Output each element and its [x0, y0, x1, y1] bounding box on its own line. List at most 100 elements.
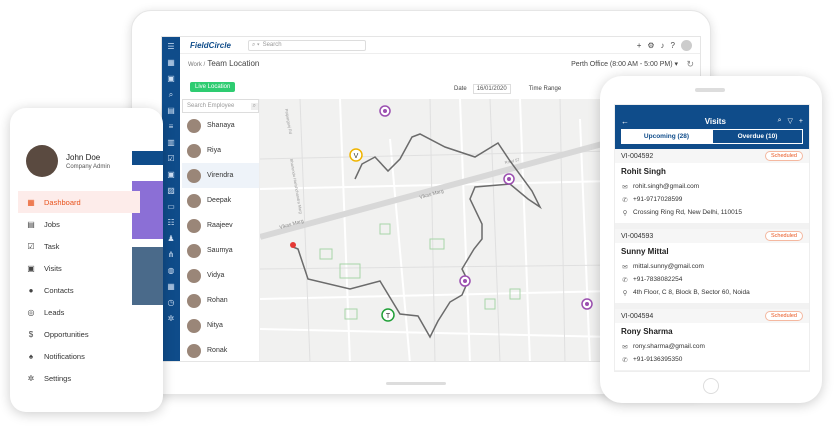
- folder-icon[interactable]: ▭: [162, 201, 180, 213]
- global-search-input[interactable]: ⌕ ▾ Search: [248, 39, 366, 51]
- plus-icon[interactable]: +: [637, 41, 642, 50]
- visit-card[interactable]: VI-004594 Scheduled Rony Sharma ✉ rony.sharm…: [615, 309, 809, 371]
- nav-item-leads[interactable]: ◎ Leads: [18, 301, 140, 323]
- tab-overdue[interactable]: Overdue (10): [712, 129, 803, 144]
- nav-item-task[interactable]: ☑ Task: [18, 235, 140, 257]
- phone-icon: ✆: [622, 276, 628, 284]
- nav-item-jobs[interactable]: ▤ Jobs: [18, 213, 140, 235]
- address-line: ⚲ 4th Floor, C 8, Block B, Sector 60, Noi…: [621, 286, 803, 299]
- contact-phone: +91-9717028599: [633, 196, 683, 203]
- users-icon[interactable]: ♟: [162, 233, 180, 245]
- location-pin-icon: ⚲: [622, 289, 628, 297]
- nav-item-label: Settings: [44, 373, 72, 383]
- employee-row[interactable]: Raajeev: [182, 213, 259, 238]
- nav-item-label: Opportunities: [44, 329, 89, 339]
- nav-item-label: Task: [44, 241, 60, 251]
- phone-line[interactable]: ✆ +91-7838082254: [621, 273, 803, 286]
- email-line[interactable]: ✉ rohit.singh@gmail.com: [621, 180, 803, 193]
- marker-v-label: V: [354, 153, 359, 160]
- employee-row[interactable]: Rohan: [182, 288, 259, 313]
- calendar-icon[interactable]: ▣: [162, 73, 180, 85]
- nav-item-label: Dashboard: [44, 197, 81, 207]
- avatar: [187, 143, 201, 158]
- phone-line[interactable]: ✆ +91-9136395350: [621, 353, 803, 366]
- visit-marker-3[interactable]: [459, 275, 471, 287]
- nav-item-notifications[interactable]: ♠ Notifications: [18, 345, 140, 367]
- user-role: Company Admin: [66, 163, 111, 170]
- back-arrow-icon[interactable]: ←: [621, 117, 629, 126]
- visit-marker-2[interactable]: [503, 173, 515, 185]
- search-icon[interactable]: ⌕: [778, 117, 782, 125]
- document-icon[interactable]: ▥: [162, 137, 180, 149]
- settings-icon[interactable]: ✲: [162, 313, 180, 325]
- employee-row[interactable]: Shanaya: [182, 113, 259, 138]
- email-line[interactable]: ✉ mittal.sunny@gmail.com: [621, 260, 803, 273]
- nav-item-opportunities[interactable]: $ Opportunities: [18, 323, 140, 345]
- employee-row[interactable]: Saumya: [182, 238, 259, 263]
- employee-row[interactable]: Ronak: [182, 338, 259, 361]
- tasks-icon[interactable]: ☷: [162, 217, 180, 229]
- mail-icon: ✉: [622, 183, 628, 191]
- breadcrumb-root[interactable]: Work /: [188, 62, 205, 68]
- table-icon[interactable]: ▦: [162, 281, 180, 293]
- nav-item-settings[interactable]: ✲ Settings: [18, 367, 140, 389]
- box-icon[interactable]: ▤: [162, 105, 180, 117]
- calendar-alt-icon[interactable]: ▣: [162, 169, 180, 181]
- grid-icon[interactable]: ▦: [162, 57, 180, 69]
- status-bar: [615, 105, 809, 113]
- employee-name: Vidya: [207, 272, 225, 279]
- employee-row[interactable]: Deepak: [182, 188, 259, 213]
- user-profile[interactable]: John Doe Company Admin: [26, 145, 110, 177]
- tablet-icon-sidebar: ☰ ▦ ▣ ⌕ ▤ ≡ ▥ ☑ ▣ ▨ ▭ ☷ ♟ ⋔ ◍ ▦ ◷ ✲: [162, 37, 180, 361]
- filter-icon[interactable]: ▽: [788, 117, 793, 125]
- nav-item-dashboard[interactable]: ▦ Dashboard: [18, 191, 140, 213]
- menu-icon[interactable]: ☰: [162, 41, 180, 53]
- search-icon[interactable]: ⌕: [162, 89, 180, 101]
- marker-t[interactable]: T: [381, 308, 395, 322]
- marker-v[interactable]: V: [349, 148, 363, 162]
- phone-line[interactable]: ✆ +91-9717028599: [621, 193, 803, 206]
- employee-search-input[interactable]: Search Employee ⌕: [182, 99, 259, 113]
- visit-marker-4[interactable]: [581, 298, 593, 310]
- nav-item-contacts[interactable]: ● Contacts: [18, 279, 140, 301]
- contact-email: rony.sharma@gmail.com: [633, 343, 705, 350]
- list-icon[interactable]: ≡: [162, 121, 180, 133]
- globe-icon[interactable]: ◍: [162, 265, 180, 277]
- nav-item-visits[interactable]: ▣ Visits: [18, 257, 140, 279]
- employee-row[interactable]: Nitya: [182, 313, 259, 338]
- avatar: [187, 293, 201, 308]
- employee-row[interactable]: Virendra: [182, 163, 259, 188]
- contact-address: Crossing Ring Rd, New Delhi, 110015: [633, 209, 742, 216]
- mobile-sidebar-phone: John Doe Company Admin ▦ Dashboard ▤ Jobs ☑ T…: [10, 108, 163, 412]
- user-avatar[interactable]: [681, 39, 692, 51]
- route-start-marker[interactable]: [290, 242, 296, 248]
- clock-icon[interactable]: ◷: [162, 297, 180, 309]
- date-input[interactable]: 16/01/2020: [472, 84, 511, 94]
- visit-card[interactable]: VI-004592 Scheduled Rohit Singh ✉ rohit.sing…: [615, 149, 809, 229]
- gear-icon[interactable]: ⚙: [647, 41, 654, 50]
- refresh-icon[interactable]: ↻: [686, 59, 694, 70]
- tab-upcoming[interactable]: Upcoming (28): [621, 129, 712, 144]
- visit-card[interactable]: VI-004593 Scheduled Sunny Mittal ✉ mittal.su…: [615, 229, 809, 309]
- check-icon[interactable]: ☑: [162, 153, 180, 165]
- email-line[interactable]: ✉ rony.sharma@gmail.com: [621, 340, 803, 353]
- employee-row[interactable]: Vidya: [182, 263, 259, 288]
- topbar-actions: + ⚙ ♪ ?: [637, 39, 692, 51]
- add-icon[interactable]: +: [799, 118, 803, 125]
- live-location-button[interactable]: Live Location: [190, 82, 236, 92]
- page-title: Visits: [704, 116, 726, 126]
- share-icon[interactable]: ⋔: [162, 249, 180, 261]
- avatar: [187, 268, 201, 283]
- info-icon[interactable]: ?: [671, 41, 675, 50]
- employee-row[interactable]: Riya: [182, 138, 259, 163]
- bell-icon[interactable]: ♪: [661, 41, 665, 50]
- chart-icon[interactable]: ▨: [162, 185, 180, 197]
- office-selector[interactable]: Perth Office (8:00 AM - 5:00 PM) ▾: [571, 60, 678, 68]
- breadcrumb: Work / Team Location: [188, 59, 259, 68]
- mail-icon: ✉: [622, 263, 628, 271]
- employee-name: Riya: [207, 147, 222, 154]
- visit-marker-1[interactable]: [379, 105, 391, 117]
- home-button[interactable]: [703, 378, 719, 394]
- employee-search-placeholder: Search Employee: [187, 103, 235, 109]
- avatar: [187, 218, 201, 233]
